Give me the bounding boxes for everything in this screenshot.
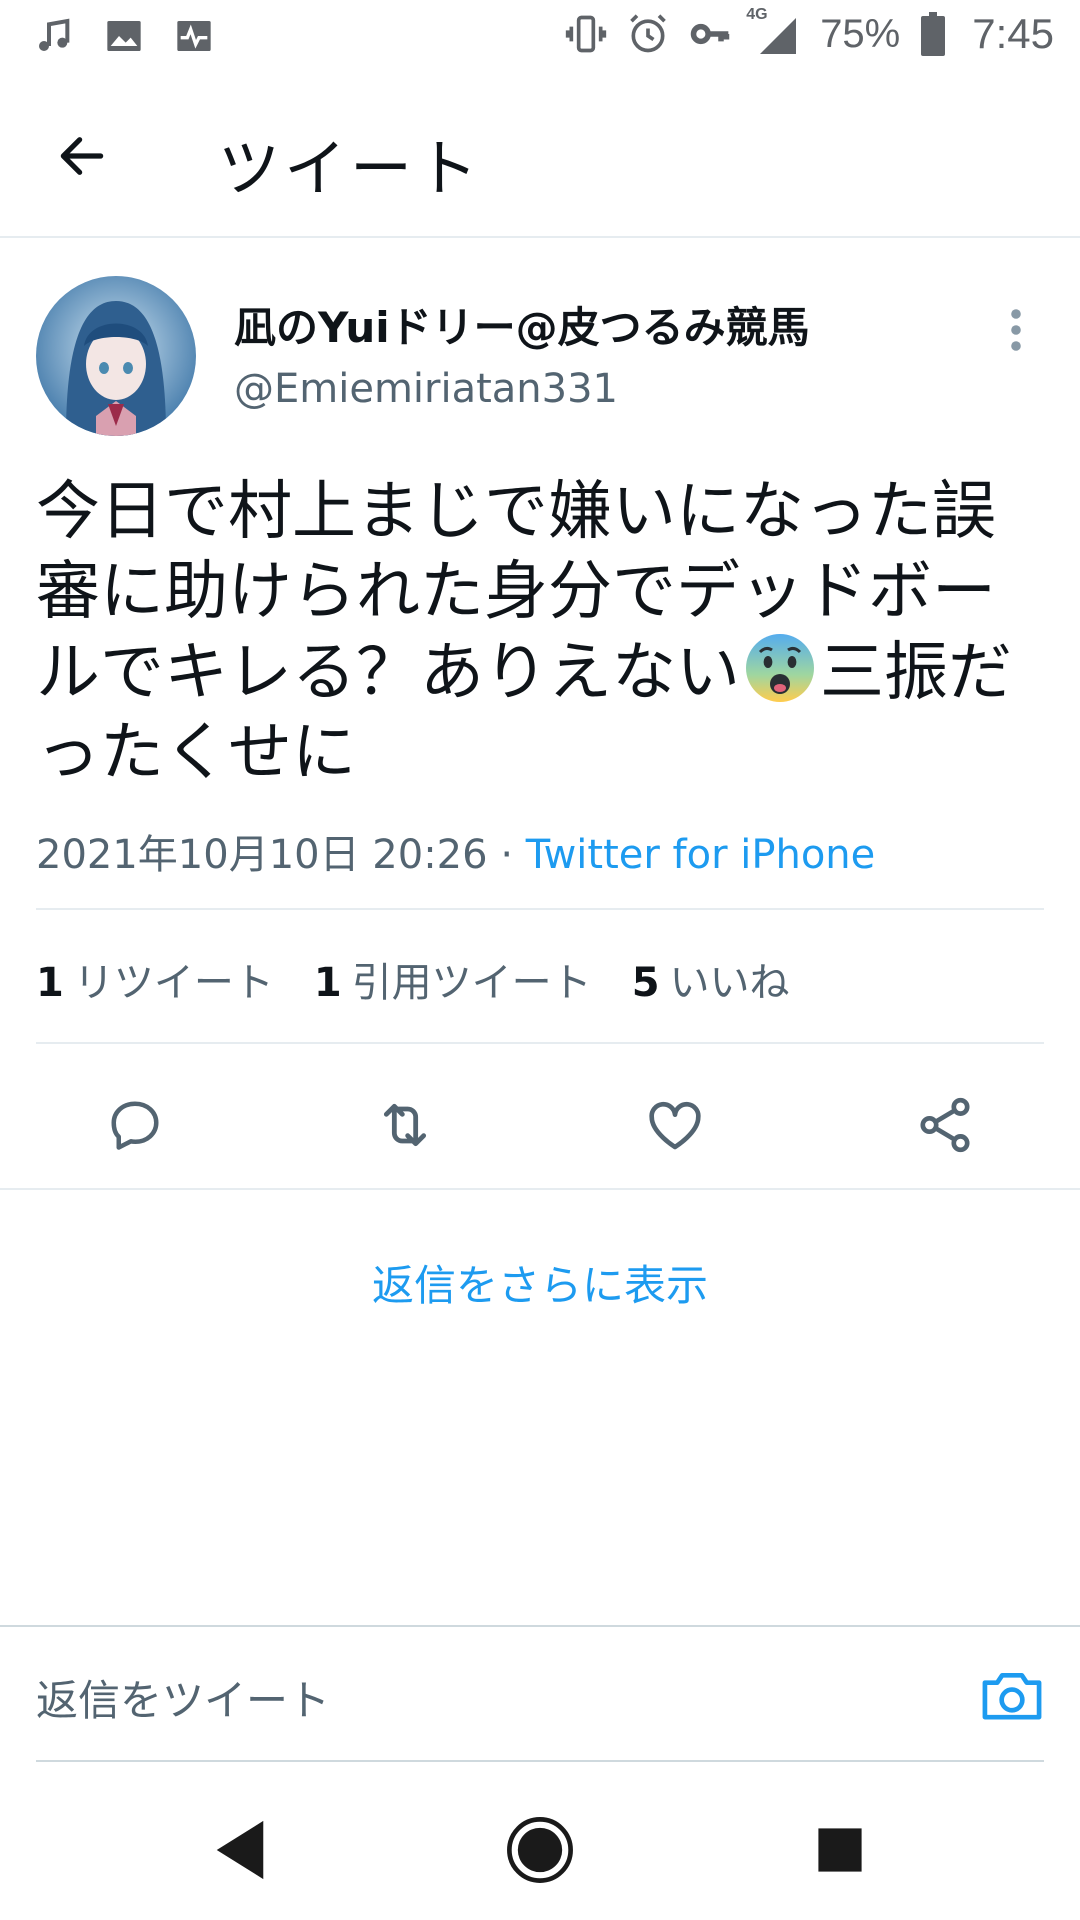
share-button[interactable] xyxy=(905,1085,985,1165)
reply-input[interactable]: 返信をツイート xyxy=(36,1667,330,1728)
reply-icon xyxy=(111,1101,159,1150)
section-divider xyxy=(0,1188,1080,1190)
reply-composer: 返信をツイート xyxy=(0,1625,1080,1763)
divider xyxy=(36,1042,1044,1044)
likes-stat[interactable]: 5 いいね xyxy=(632,950,790,1008)
avatar[interactable] xyxy=(36,276,196,436)
user-display-name[interactable]: 凪のYuiドリー@皮つるみ競馬 xyxy=(234,294,810,355)
vibrate-icon xyxy=(564,12,608,56)
system-nav-bar xyxy=(0,1780,1080,1920)
back-button[interactable] xyxy=(50,124,114,188)
tweet-stats: 1 リツイート 1 引用ツイート 5 いいね xyxy=(36,950,790,1008)
anxious-face-emoji xyxy=(744,632,816,704)
retweet-icon xyxy=(383,1103,427,1147)
user-handle[interactable]: @Emiemiriatan331 xyxy=(234,366,618,412)
share-icon xyxy=(920,1097,970,1153)
tweet-source-link[interactable]: Twitter for iPhone xyxy=(526,832,876,878)
nav-home-icon xyxy=(507,1817,573,1883)
arrow-left-icon xyxy=(60,137,104,175)
image-icon xyxy=(102,14,146,58)
signal-4g-icon: 4G xyxy=(746,6,802,56)
music-note-icon xyxy=(32,14,76,58)
tweet-actions xyxy=(0,1085,1080,1185)
camera-button[interactable] xyxy=(980,1665,1044,1725)
battery-percent: 75% xyxy=(820,11,901,56)
reply-button[interactable] xyxy=(95,1085,175,1165)
more-vertical-icon xyxy=(1011,309,1021,351)
reply-input-underline xyxy=(36,1760,1044,1762)
like-button[interactable] xyxy=(635,1085,715,1165)
activity-icon xyxy=(172,14,216,58)
app-bar: ツイート xyxy=(0,76,1080,238)
meta-separator: · xyxy=(500,832,514,878)
retweet-button[interactable] xyxy=(365,1085,445,1165)
nav-back-icon xyxy=(216,1820,264,1880)
quotes-stat[interactable]: 1 引用ツイート xyxy=(314,950,592,1008)
alarm-icon xyxy=(626,12,670,56)
nav-recents-button[interactable] xyxy=(790,1800,890,1900)
vpn-key-icon xyxy=(688,12,732,56)
status-bar: 4G 75% 7:45 xyxy=(0,0,1080,76)
retweets-stat[interactable]: 1 リツイート xyxy=(36,950,274,1008)
camera-icon xyxy=(982,1672,1042,1720)
like-icon xyxy=(649,1101,701,1150)
clock: 7:45 xyxy=(972,10,1054,57)
nav-back-button[interactable] xyxy=(190,1800,290,1900)
tweet-meta: 2021年10月10日 20:26 · Twitter for iPhone xyxy=(36,822,875,880)
show-more-replies-link[interactable]: 返信をさらに表示 xyxy=(0,1252,1080,1313)
battery-icon xyxy=(918,12,948,56)
nav-home-button[interactable] xyxy=(490,1800,590,1900)
nav-recents-icon xyxy=(818,1828,862,1872)
tweet-timestamp: 2021年10月10日 20:26 xyxy=(36,832,488,878)
tweet-text: 今日で村上まじで嫌いになった誤審に助けられた身分でデッドボールでキレる？ありえな… xyxy=(36,472,1046,793)
more-options-button[interactable] xyxy=(996,300,1036,360)
page-title: ツイート xyxy=(218,132,483,205)
divider xyxy=(36,908,1044,910)
